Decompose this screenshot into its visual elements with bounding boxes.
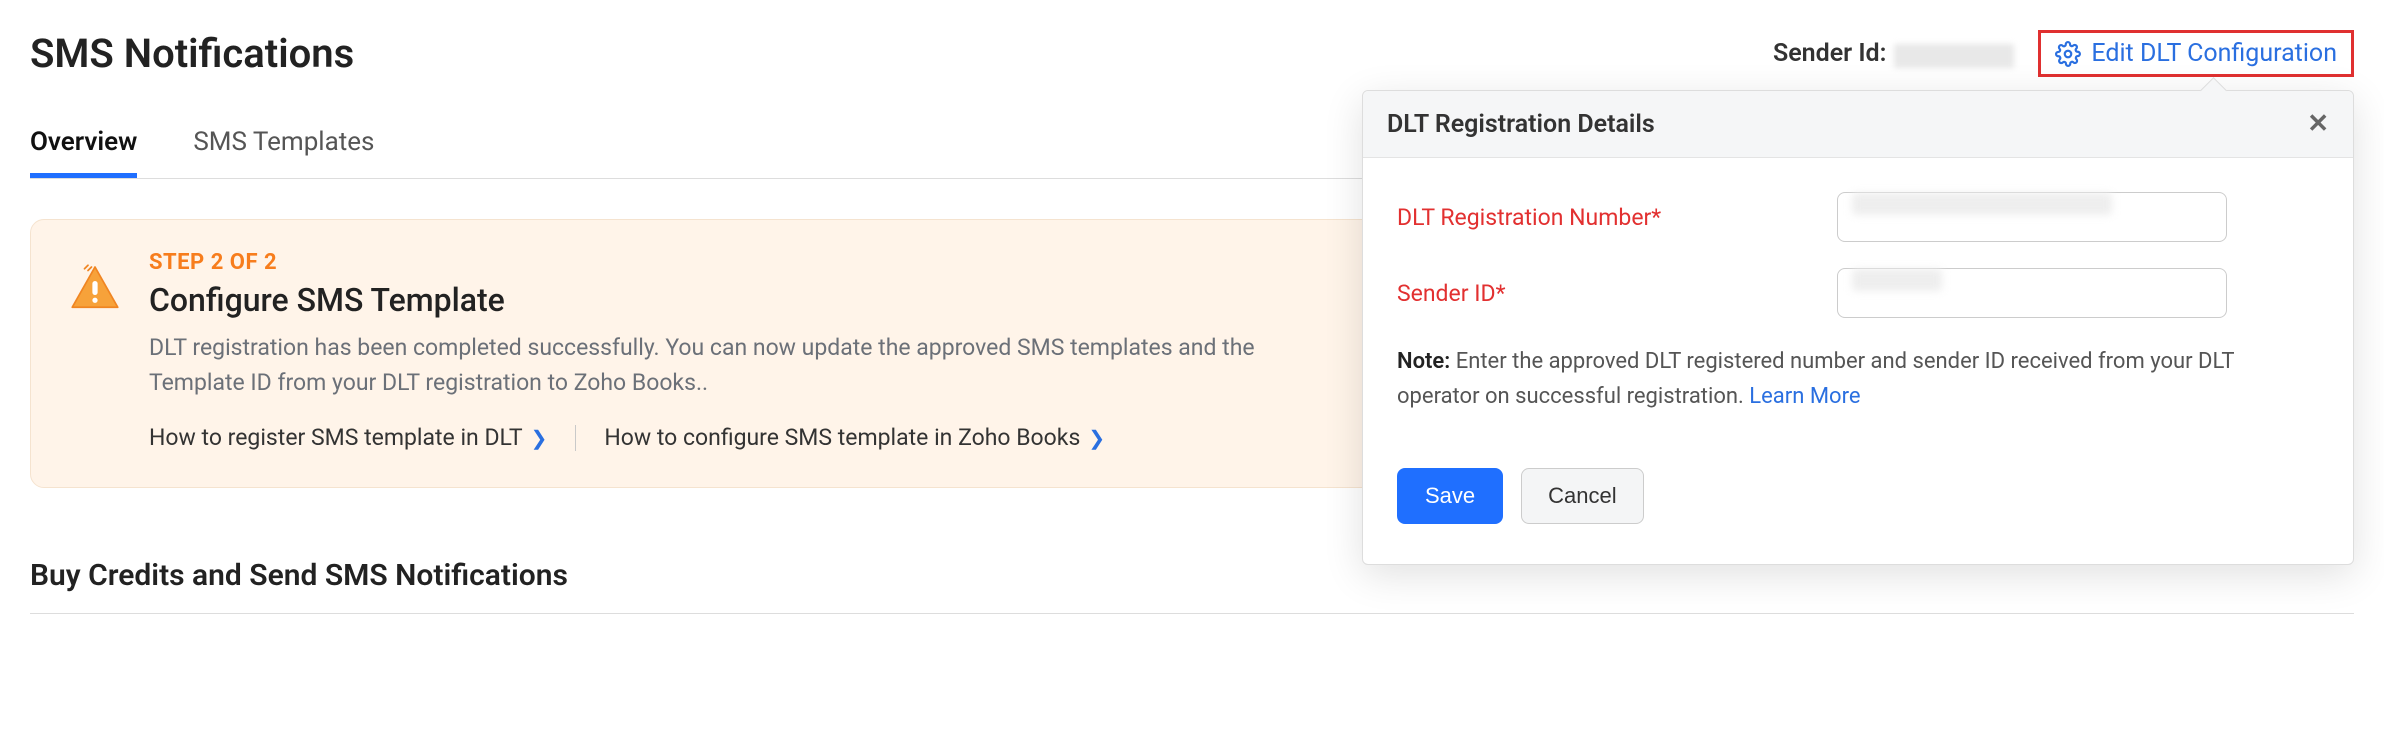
- popover-header: DLT Registration Details ✕: [1363, 91, 2353, 158]
- page-title: SMS Notifications: [30, 30, 354, 77]
- button-row: Save Cancel: [1397, 468, 2319, 524]
- reg-number-input[interactable]: [1837, 192, 2227, 242]
- gear-icon: [2055, 41, 2081, 67]
- help-link-label-1: How to register SMS template in DLT: [149, 424, 523, 451]
- popover-body: DLT Registration Number* Sender ID* Note…: [1363, 158, 2353, 564]
- note-label: Note:: [1397, 349, 1450, 374]
- dlt-details-popover: DLT Registration Details ✕ DLT Registrat…: [1362, 90, 2354, 565]
- sender-id-label: Sender Id:: [1773, 39, 1887, 68]
- help-link-register-dlt[interactable]: How to register SMS template in DLT ❯: [149, 424, 547, 451]
- chevron-right-icon: ❯: [531, 426, 548, 450]
- close-icon[interactable]: ✕: [2307, 109, 2329, 139]
- info-desc: DLT registration has been completed succ…: [149, 331, 1349, 400]
- header-actions: Sender Id: Edit DLT Configuration: [1773, 30, 2354, 77]
- tab-overview[interactable]: Overview: [30, 127, 137, 178]
- divider: [30, 613, 2354, 614]
- header: SMS Notifications Sender Id: Edit DLT Co…: [30, 30, 2354, 77]
- form-row-reg-number: DLT Registration Number*: [1397, 192, 2319, 242]
- chevron-right-icon: ❯: [1088, 426, 1105, 450]
- sender-id-value: [1894, 44, 2014, 68]
- popover-title: DLT Registration Details: [1387, 110, 1655, 139]
- reg-number-label: DLT Registration Number*: [1397, 204, 1837, 231]
- learn-more-link[interactable]: Learn More: [1749, 384, 1860, 409]
- tab-sms-templates[interactable]: SMS Templates: [193, 127, 374, 178]
- warning-icon: [67, 260, 123, 316]
- edit-dlt-label: Edit DLT Configuration: [2091, 39, 2337, 68]
- sender-id: Sender Id:: [1773, 39, 2014, 69]
- divider: [575, 425, 576, 451]
- help-link-configure-zoho[interactable]: How to configure SMS template in Zoho Bo…: [604, 424, 1105, 451]
- save-button[interactable]: Save: [1397, 468, 1503, 524]
- help-link-label-2: How to configure SMS template in Zoho Bo…: [604, 424, 1080, 451]
- note-text: Note: Enter the approved DLT registered …: [1397, 344, 2319, 414]
- form-row-sender-id: Sender ID*: [1397, 268, 2319, 318]
- sender-id-field-label: Sender ID*: [1397, 280, 1837, 307]
- edit-dlt-config-link[interactable]: Edit DLT Configuration: [2038, 30, 2354, 77]
- sender-id-input[interactable]: [1837, 268, 2227, 318]
- cancel-button[interactable]: Cancel: [1521, 468, 1643, 524]
